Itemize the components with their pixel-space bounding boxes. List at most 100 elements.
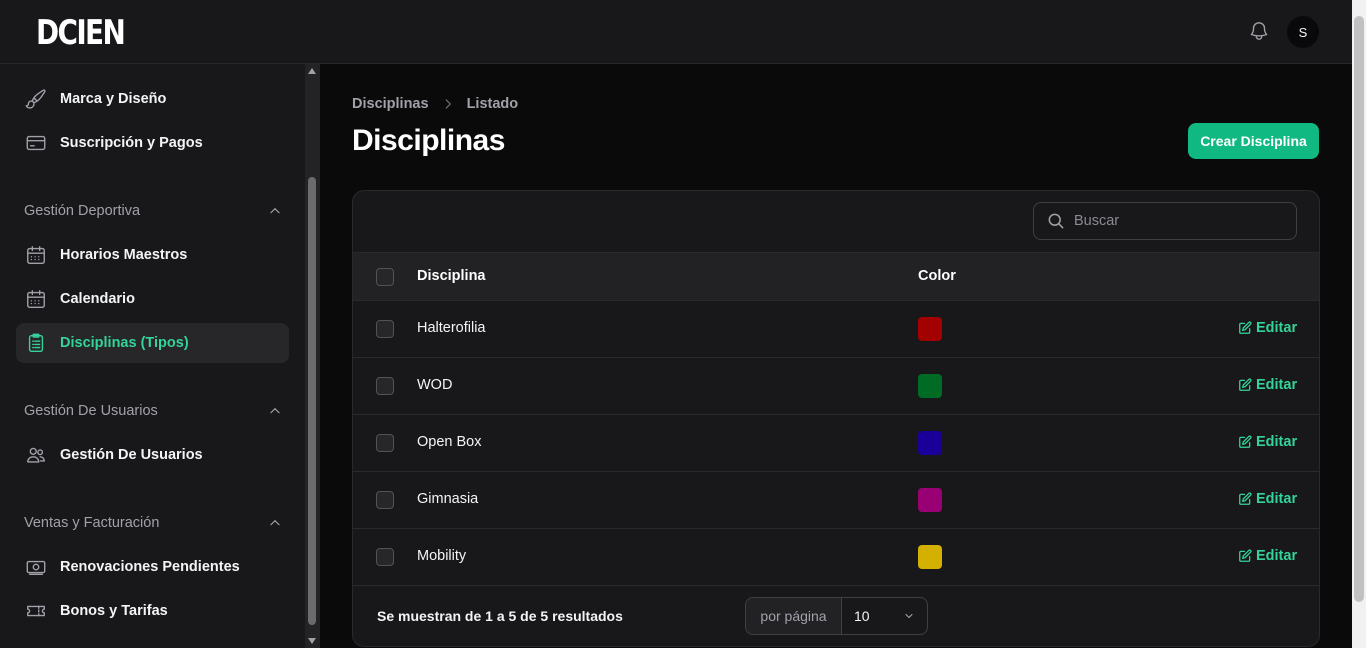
table-row: Mobility Editar [353,529,1319,586]
sidebar-item-disciplinas[interactable]: Disciplinas (Tipos) [16,323,289,363]
sidebar: Marca y Diseño Suscripción y Pagos Gesti… [0,64,305,648]
credit-card-icon [24,131,48,155]
sidebar-item-label: Marca y Diseño [60,91,167,107]
sidebar-item-horarios-maestros[interactable]: Horarios Maestros [16,235,289,275]
nav-group-gestion-deportiva[interactable]: Gestión Deportiva [24,199,282,223]
sidebar-item-label: Suscripción y Pagos [60,135,203,151]
page-scrollbar[interactable] [1352,0,1366,648]
nav-group-label: Gestión De Usuarios [24,403,158,419]
per-page-value: 10 [854,608,870,624]
table-row: Open Box Editar [353,415,1319,472]
bell-icon[interactable] [1248,20,1270,42]
edit-icon [1239,378,1252,391]
page-title: Disciplinas [352,124,505,157]
breadcrumb: Disciplinas Listado [352,96,518,112]
edit-icon [1239,435,1252,448]
sidebar-item-renovaciones-pendientes[interactable]: Renovaciones Pendientes [16,547,289,587]
calendar-icon [24,243,48,267]
sidebar-item-label: Renovaciones Pendientes [60,559,240,575]
color-swatch [918,431,942,455]
column-header-disciplina[interactable]: Disciplina [417,268,486,284]
disciplinas-table-card: Disciplina Color Halterofilia Editar WOD… [352,190,1320,647]
chevron-down-icon [905,613,913,619]
disciplina-name: Open Box [417,434,482,450]
scroll-down-arrow[interactable] [308,638,316,644]
row-checkbox[interactable] [376,491,394,509]
edit-label: Editar [1256,548,1298,564]
page-scrollbar-thumb[interactable] [1354,16,1364,602]
sidebar-item-label: Bonos y Tarifas [60,603,168,619]
edit-label: Editar [1256,491,1298,507]
color-swatch [918,545,942,569]
disciplina-name: Gimnasia [417,491,479,507]
nav-group-label: Ventas y Facturación [24,515,160,531]
sidebar-item-gestion-usuarios[interactable]: Gestión De Usuarios [16,435,289,475]
color-swatch [918,374,942,398]
ticket-icon [24,599,48,623]
edit-button[interactable]: Editar [1238,434,1297,450]
edit-button[interactable]: Editar [1238,491,1297,507]
chevron-up-icon [270,520,280,526]
edit-icon [1239,492,1252,505]
sidebar-item-label: Gestión De Usuarios [60,447,203,463]
row-checkbox[interactable] [376,434,394,452]
clipboard-list-icon [24,331,48,355]
table-row: WOD Editar [353,358,1319,415]
sidebar-item-label: Disciplinas (Tipos) [60,335,189,351]
scroll-up-arrow[interactable] [308,68,316,74]
breadcrumb-current: Listado [466,96,519,112]
chevron-up-icon [270,208,280,214]
table-header: Disciplina Color [353,252,1319,301]
row-checkbox[interactable] [376,377,394,395]
sidebar-item-calendario[interactable]: Calendario [16,279,289,319]
nav-group-label: Gestión Deportiva [24,203,141,219]
disciplina-name: Halterofilia [417,320,486,336]
chevron-right-icon [441,97,455,111]
chevron-up-icon [270,408,280,414]
per-page-select[interactable]: por página 10 [745,597,928,635]
app-logo[interactable]: DCIEN [36,12,126,54]
brush-icon [24,87,48,111]
sidebar-item-suscripcion-pagos[interactable]: Suscripción y Pagos [16,123,289,163]
edit-label: Editar [1256,434,1298,450]
sidebar-item-label: Horarios Maestros [60,247,188,263]
sidebar-item-bonos-tarifas[interactable]: Bonos y Tarifas [16,591,289,631]
top-bar: DCIEN S [0,0,1352,64]
user-avatar[interactable]: S [1287,16,1319,48]
edit-label: Editar [1256,320,1298,336]
table-row: Halterofilia Editar [353,301,1319,358]
edit-button[interactable]: Editar [1238,377,1297,393]
disciplina-name: Mobility [417,548,467,564]
main-content: Disciplinas Listado Disciplinas Crear Di… [320,64,1352,648]
edit-icon [1239,549,1252,562]
edit-button[interactable]: Editar [1238,548,1297,564]
nav-group-gestion-usuarios[interactable]: Gestión De Usuarios [24,399,282,423]
row-checkbox[interactable] [376,548,394,566]
sidebar-item-label: Calendario [60,291,135,307]
sidebar-scrollbar-thumb[interactable] [308,177,316,625]
per-page-dropdown[interactable]: 10 [842,598,927,634]
search-box[interactable] [1033,202,1297,240]
nav-group-ventas-facturacion[interactable]: Ventas y Facturación [24,511,282,535]
users-icon [24,443,48,467]
breadcrumb-parent[interactable]: Disciplinas [352,96,429,112]
edit-icon [1239,321,1252,334]
pagination-summary: Se muestran de 1 a 5 de 5 resultados [377,608,623,624]
create-disciplina-button[interactable]: Crear Disciplina [1188,123,1319,159]
edit-button[interactable]: Editar [1238,320,1297,336]
table-row: Gimnasia Editar [353,472,1319,529]
banknotes-icon [24,555,48,579]
edit-label: Editar [1256,377,1298,393]
per-page-label: por página [746,598,842,634]
select-all-checkbox[interactable] [376,268,394,286]
sidebar-item-marca-diseno[interactable]: Marca y Diseño [16,79,289,119]
column-header-color: Color [918,268,956,284]
calendar-icon [24,287,48,311]
color-swatch [918,488,942,512]
color-swatch [918,317,942,341]
search-icon [1048,213,1064,229]
disciplina-name: WOD [417,377,453,393]
sidebar-scrollbar[interactable] [305,64,320,648]
row-checkbox[interactable] [376,320,394,338]
search-input[interactable] [1074,213,1274,229]
